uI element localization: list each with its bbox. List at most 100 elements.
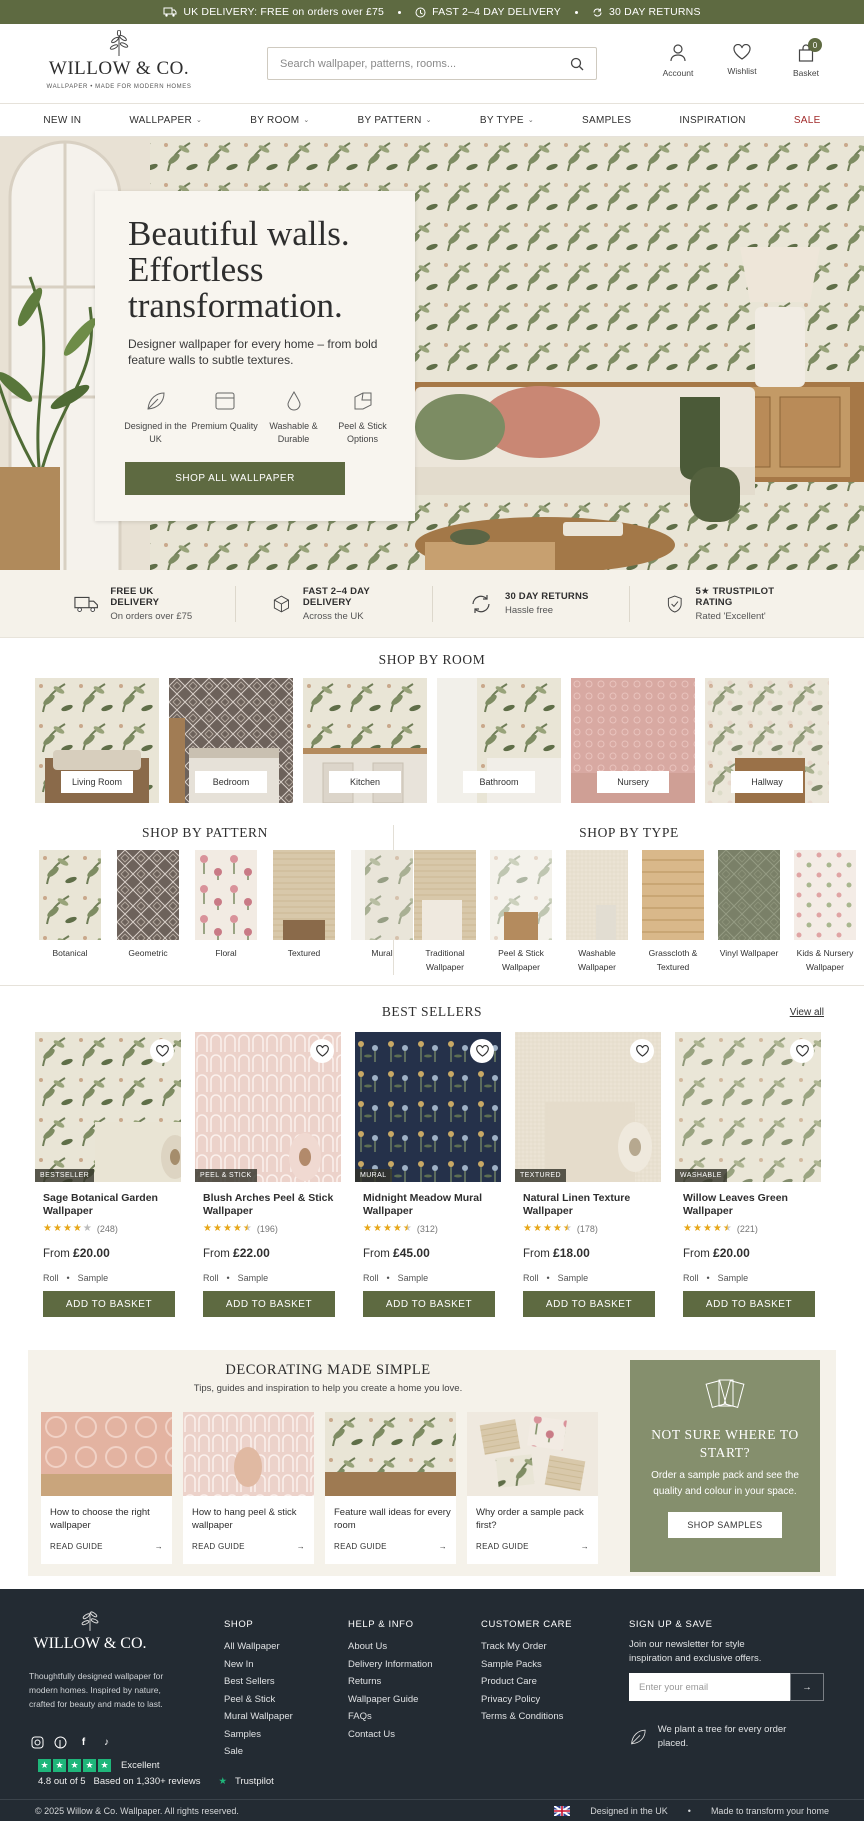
tiktok-icon[interactable]: ♪: [99, 1735, 114, 1750]
footer-link[interactable]: Product Care: [481, 1673, 572, 1691]
product-card[interactable]: TEXTURED Natural Linen Texture Wallpaper…: [515, 1032, 661, 1317]
footer-link[interactable]: Peel & Stick: [224, 1691, 293, 1709]
wishlist-heart-button[interactable]: [310, 1039, 334, 1063]
nav-samples[interactable]: SAMPLES: [558, 115, 655, 126]
trustpilot-widget[interactable]: ★ ★ ★ ★ ★ Excellent 4.8 out of 5 Based on 1,…: [38, 1759, 274, 1787]
nav-by-room[interactable]: BY ROOM ⌄: [226, 115, 333, 126]
pattern-tile-floral[interactable]: Floral: [191, 850, 261, 960]
footer-link[interactable]: FAQs: [348, 1708, 432, 1726]
footer-link[interactable]: Returns: [348, 1673, 432, 1691]
search-icon[interactable]: [570, 57, 584, 71]
footer-link[interactable]: Track My Order: [481, 1638, 572, 1656]
room-card-kitchen[interactable]: Kitchen: [303, 678, 427, 803]
add-to-basket-button[interactable]: ADD TO BASKET: [203, 1291, 335, 1317]
product-image[interactable]: BESTSELLER: [35, 1032, 181, 1182]
nav-inspiration[interactable]: INSPIRATION: [655, 115, 769, 126]
type-tile-vinyl[interactable]: Vinyl Wallpaper: [714, 850, 784, 974]
footer-link[interactable]: Mural Wallpaper: [224, 1708, 293, 1726]
product-name[interactable]: Willow Leaves Green Wallpaper: [683, 1192, 821, 1218]
footer-link[interactable]: Contact Us: [348, 1726, 432, 1744]
wishlist-heart-button[interactable]: [630, 1039, 654, 1063]
footer-link[interactable]: New In: [224, 1656, 293, 1674]
footer-link[interactable]: Wallpaper Guide: [348, 1691, 432, 1709]
guide-link[interactable]: READ GUIDE →: [334, 1542, 447, 1551]
instagram-icon[interactable]: [30, 1735, 45, 1750]
guide-link[interactable]: READ GUIDE →: [50, 1542, 163, 1551]
footer-link[interactable]: Terms & Conditions: [481, 1708, 572, 1726]
footer-link[interactable]: Best Sellers: [224, 1673, 293, 1691]
footer-link[interactable]: Samples: [224, 1726, 293, 1744]
product-card[interactable]: WASHABLE Willow Leaves Green Wallpaper ★…: [675, 1032, 821, 1317]
type-tile-peel-stick[interactable]: Peel & Stick Wallpaper: [486, 850, 556, 974]
option-roll[interactable]: Roll: [43, 1273, 59, 1283]
product-name[interactable]: Natural Linen Texture Wallpaper: [523, 1192, 661, 1218]
add-to-basket-button[interactable]: ADD TO BASKET: [683, 1291, 815, 1317]
wishlist-heart-button[interactable]: [470, 1039, 494, 1063]
type-tile-grasscloth[interactable]: Grasscloth & Textured: [638, 850, 708, 974]
pattern-tile-textured[interactable]: Textured: [269, 850, 339, 960]
product-card[interactable]: BESTSELLER Sage Botanical Garden Wallpap…: [35, 1032, 181, 1317]
wishlist-heart-button[interactable]: [150, 1039, 174, 1063]
shop-all-wallpaper-button[interactable]: SHOP ALL WALLPAPER: [125, 462, 345, 495]
shop-samples-button[interactable]: SHOP SAMPLES: [668, 1512, 782, 1538]
product-image[interactable]: PEEL & STICK: [195, 1032, 341, 1182]
guide-card[interactable]: How to choose the right wallpaper READ G…: [41, 1412, 172, 1564]
add-to-basket-button[interactable]: ADD TO BASKET: [523, 1291, 655, 1317]
footer-link[interactable]: All Wallpaper: [224, 1638, 293, 1656]
search-input[interactable]: Search wallpaper, patterns, rooms...: [267, 47, 597, 80]
type-tile-kids[interactable]: Kids & Nursery Wallpaper: [790, 850, 860, 974]
footer-link[interactable]: Privacy Policy: [481, 1691, 572, 1709]
option-roll[interactable]: Roll: [523, 1273, 539, 1283]
guide-card[interactable]: How to hang peel & stick wallpaper READ …: [183, 1412, 314, 1564]
newsletter-email-input[interactable]: Enter your email →: [629, 1673, 824, 1701]
nav-by-type[interactable]: BY TYPE ⌄: [456, 115, 558, 126]
product-image[interactable]: WASHABLE: [675, 1032, 821, 1182]
basket-button[interactable]: 0 Basket: [788, 38, 824, 78]
nav-wallpaper[interactable]: WALLPAPER ⌄: [105, 115, 226, 126]
wishlist-button[interactable]: Wishlist: [724, 44, 760, 78]
view-all-link[interactable]: View all: [790, 1007, 824, 1018]
product-image[interactable]: TEXTURED: [515, 1032, 661, 1182]
wishlist-heart-button[interactable]: [790, 1039, 814, 1063]
account-button[interactable]: Account: [660, 44, 696, 78]
footer-link[interactable]: Sample Packs: [481, 1656, 572, 1674]
room-card-nursery[interactable]: Nursery: [571, 678, 695, 803]
option-roll[interactable]: Roll: [363, 1273, 379, 1283]
newsletter-submit-button[interactable]: →: [790, 1673, 824, 1701]
option-sample[interactable]: Sample: [718, 1273, 749, 1283]
option-roll[interactable]: Roll: [683, 1273, 699, 1283]
product-card[interactable]: MURAL Midnight Meadow Mural Wallpaper ★ ★…: [355, 1032, 501, 1317]
option-roll[interactable]: Roll: [203, 1273, 219, 1283]
nav-sale[interactable]: SALE: [770, 115, 845, 126]
option-sample[interactable]: Sample: [398, 1273, 429, 1283]
pattern-tile-geometric[interactable]: Geometric: [113, 850, 183, 960]
add-to-basket-button[interactable]: ADD TO BASKET: [43, 1291, 175, 1317]
product-card[interactable]: PEEL & STICK Blush Arches Peel & Stick W…: [195, 1032, 341, 1317]
type-tile-traditional[interactable]: Traditional Wallpaper: [410, 850, 480, 974]
nav-new-in[interactable]: NEW IN: [19, 115, 105, 126]
option-sample[interactable]: Sample: [238, 1273, 269, 1283]
product-name[interactable]: Sage Botanical Garden Wallpaper: [43, 1192, 181, 1218]
product-name[interactable]: Blush Arches Peel & Stick Wallpaper: [203, 1192, 341, 1218]
guide-card[interactable]: Why order a sample pack first? READ GUID…: [467, 1412, 598, 1564]
type-tile-washable[interactable]: Washable Wallpaper: [562, 850, 632, 974]
option-sample[interactable]: Sample: [558, 1273, 589, 1283]
product-name[interactable]: Midnight Meadow Mural Wallpaper: [363, 1192, 501, 1218]
room-card-hallway[interactable]: Hallway: [705, 678, 829, 803]
nav-by-pattern[interactable]: BY PATTERN ⌄: [334, 115, 456, 126]
room-card-bedroom[interactable]: Bedroom: [169, 678, 293, 803]
footer-link[interactable]: About Us: [348, 1638, 432, 1656]
footer-link[interactable]: Delivery Information: [348, 1656, 432, 1674]
facebook-icon[interactable]: f: [76, 1735, 91, 1750]
room-card-bathroom[interactable]: Bathroom: [437, 678, 561, 803]
pattern-tile-botanical[interactable]: Botanical: [35, 850, 105, 960]
guide-link[interactable]: READ GUIDE →: [192, 1542, 305, 1551]
room-card-living-room[interactable]: Living Room: [35, 678, 159, 803]
footer-link[interactable]: Sale: [224, 1743, 293, 1761]
guide-link[interactable]: READ GUIDE →: [476, 1542, 589, 1551]
brand-logo[interactable]: WILLOW & CO. WALLPAPER • MADE FOR MODERN…: [44, 30, 194, 90]
pinterest-icon[interactable]: [53, 1735, 68, 1750]
add-to-basket-button[interactable]: ADD TO BASKET: [363, 1291, 495, 1317]
product-image[interactable]: MURAL: [355, 1032, 501, 1182]
guide-card[interactable]: Feature wall ideas for every room READ G…: [325, 1412, 456, 1564]
